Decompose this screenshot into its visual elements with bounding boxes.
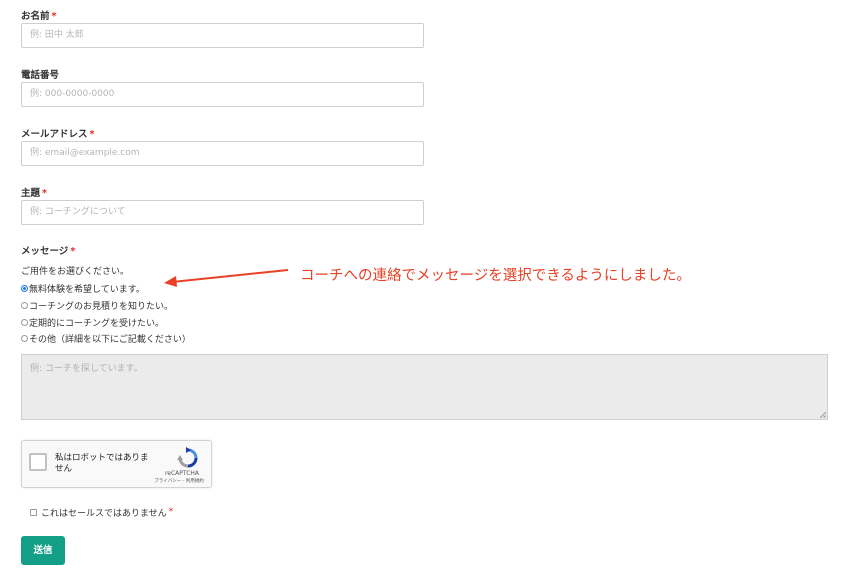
required-mark: * <box>70 246 76 257</box>
radio-button[interactable] <box>21 318 28 326</box>
not-sales-checkbox[interactable] <box>30 508 37 516</box>
phone-input-placeholder: 例: 000-0000-0000 <box>30 89 115 99</box>
recaptcha-brand: reCAPTCHA <box>164 470 200 477</box>
name-input[interactable]: 例: 田中 太郎 <box>21 23 424 48</box>
recaptcha-widget: 私はロボットではありません reCAPTCHA プライバシー - 利用規約 <box>21 440 212 488</box>
phone-input[interactable]: 例: 000-0000-0000 <box>21 82 424 107</box>
not-sales-checkbox-row[interactable]: これはセールスではありません * <box>30 506 174 519</box>
message-textarea-placeholder: 例: コーチを探しています。 <box>30 364 143 374</box>
required-mark: * <box>89 129 95 140</box>
subject-input-placeholder: 例: コーチングについて <box>30 207 126 217</box>
name-label: お名前 * <box>21 11 57 22</box>
annotation-arrow-icon <box>164 269 289 287</box>
radio-option-estimate[interactable]: コーチングのお見積りを知りたい。 <box>21 298 173 312</box>
resize-grip-icon[interactable] <box>820 412 826 418</box>
radio-option-regular[interactable]: 定期的にコーチングを受けたい。 <box>21 315 164 329</box>
message-textarea[interactable]: 例: コーチを探しています。 <box>21 354 828 420</box>
radio-option-label: 無料体験を希望しています。 <box>29 284 145 295</box>
annotation-text: コーチへの連絡でメッセージを選択できるようにしました。 <box>300 268 691 284</box>
radio-button[interactable] <box>21 301 28 309</box>
name-input-placeholder: 例: 田中 太郎 <box>30 30 84 40</box>
recaptcha-label: 私はロボットではありません <box>55 453 149 474</box>
phone-label: 電話番号 <box>21 70 60 81</box>
radio-option-label: その他（詳細を以下にご記載ください） <box>29 334 191 345</box>
not-sales-label: これはセールスではありません <box>41 508 167 519</box>
radio-option-free-trial[interactable]: 無料体験を希望しています。 <box>21 281 145 295</box>
message-prompt: ご用件をお選びください。 <box>21 267 130 277</box>
recaptcha-checkbox[interactable] <box>29 453 47 471</box>
submit-button[interactable]: 送信 <box>21 536 65 565</box>
email-input[interactable]: 例: email@example.com <box>21 141 424 166</box>
required-mark: * <box>42 188 47 199</box>
email-input-placeholder: 例: email@example.com <box>30 148 140 158</box>
radio-option-label: 定期的にコーチングを受けたい。 <box>29 318 165 329</box>
radio-option-label: コーチングのお見積りを知りたい。 <box>29 301 174 312</box>
required-mark: * <box>168 507 174 517</box>
required-mark: * <box>51 11 57 22</box>
recaptcha-logo-icon <box>177 447 198 468</box>
subject-label: 主題 * <box>21 188 47 199</box>
subject-input[interactable]: 例: コーチングについて <box>21 200 424 225</box>
radio-option-other[interactable]: その他（詳細を以下にご記載ください） <box>21 331 191 345</box>
recaptcha-links[interactable]: プライバシー - 利用規約 <box>146 478 212 484</box>
message-label: メッセージ * <box>21 246 76 257</box>
radio-button[interactable] <box>21 334 28 342</box>
radio-button-checked[interactable] <box>21 284 28 292</box>
email-label: メールアドレス * <box>21 129 95 140</box>
